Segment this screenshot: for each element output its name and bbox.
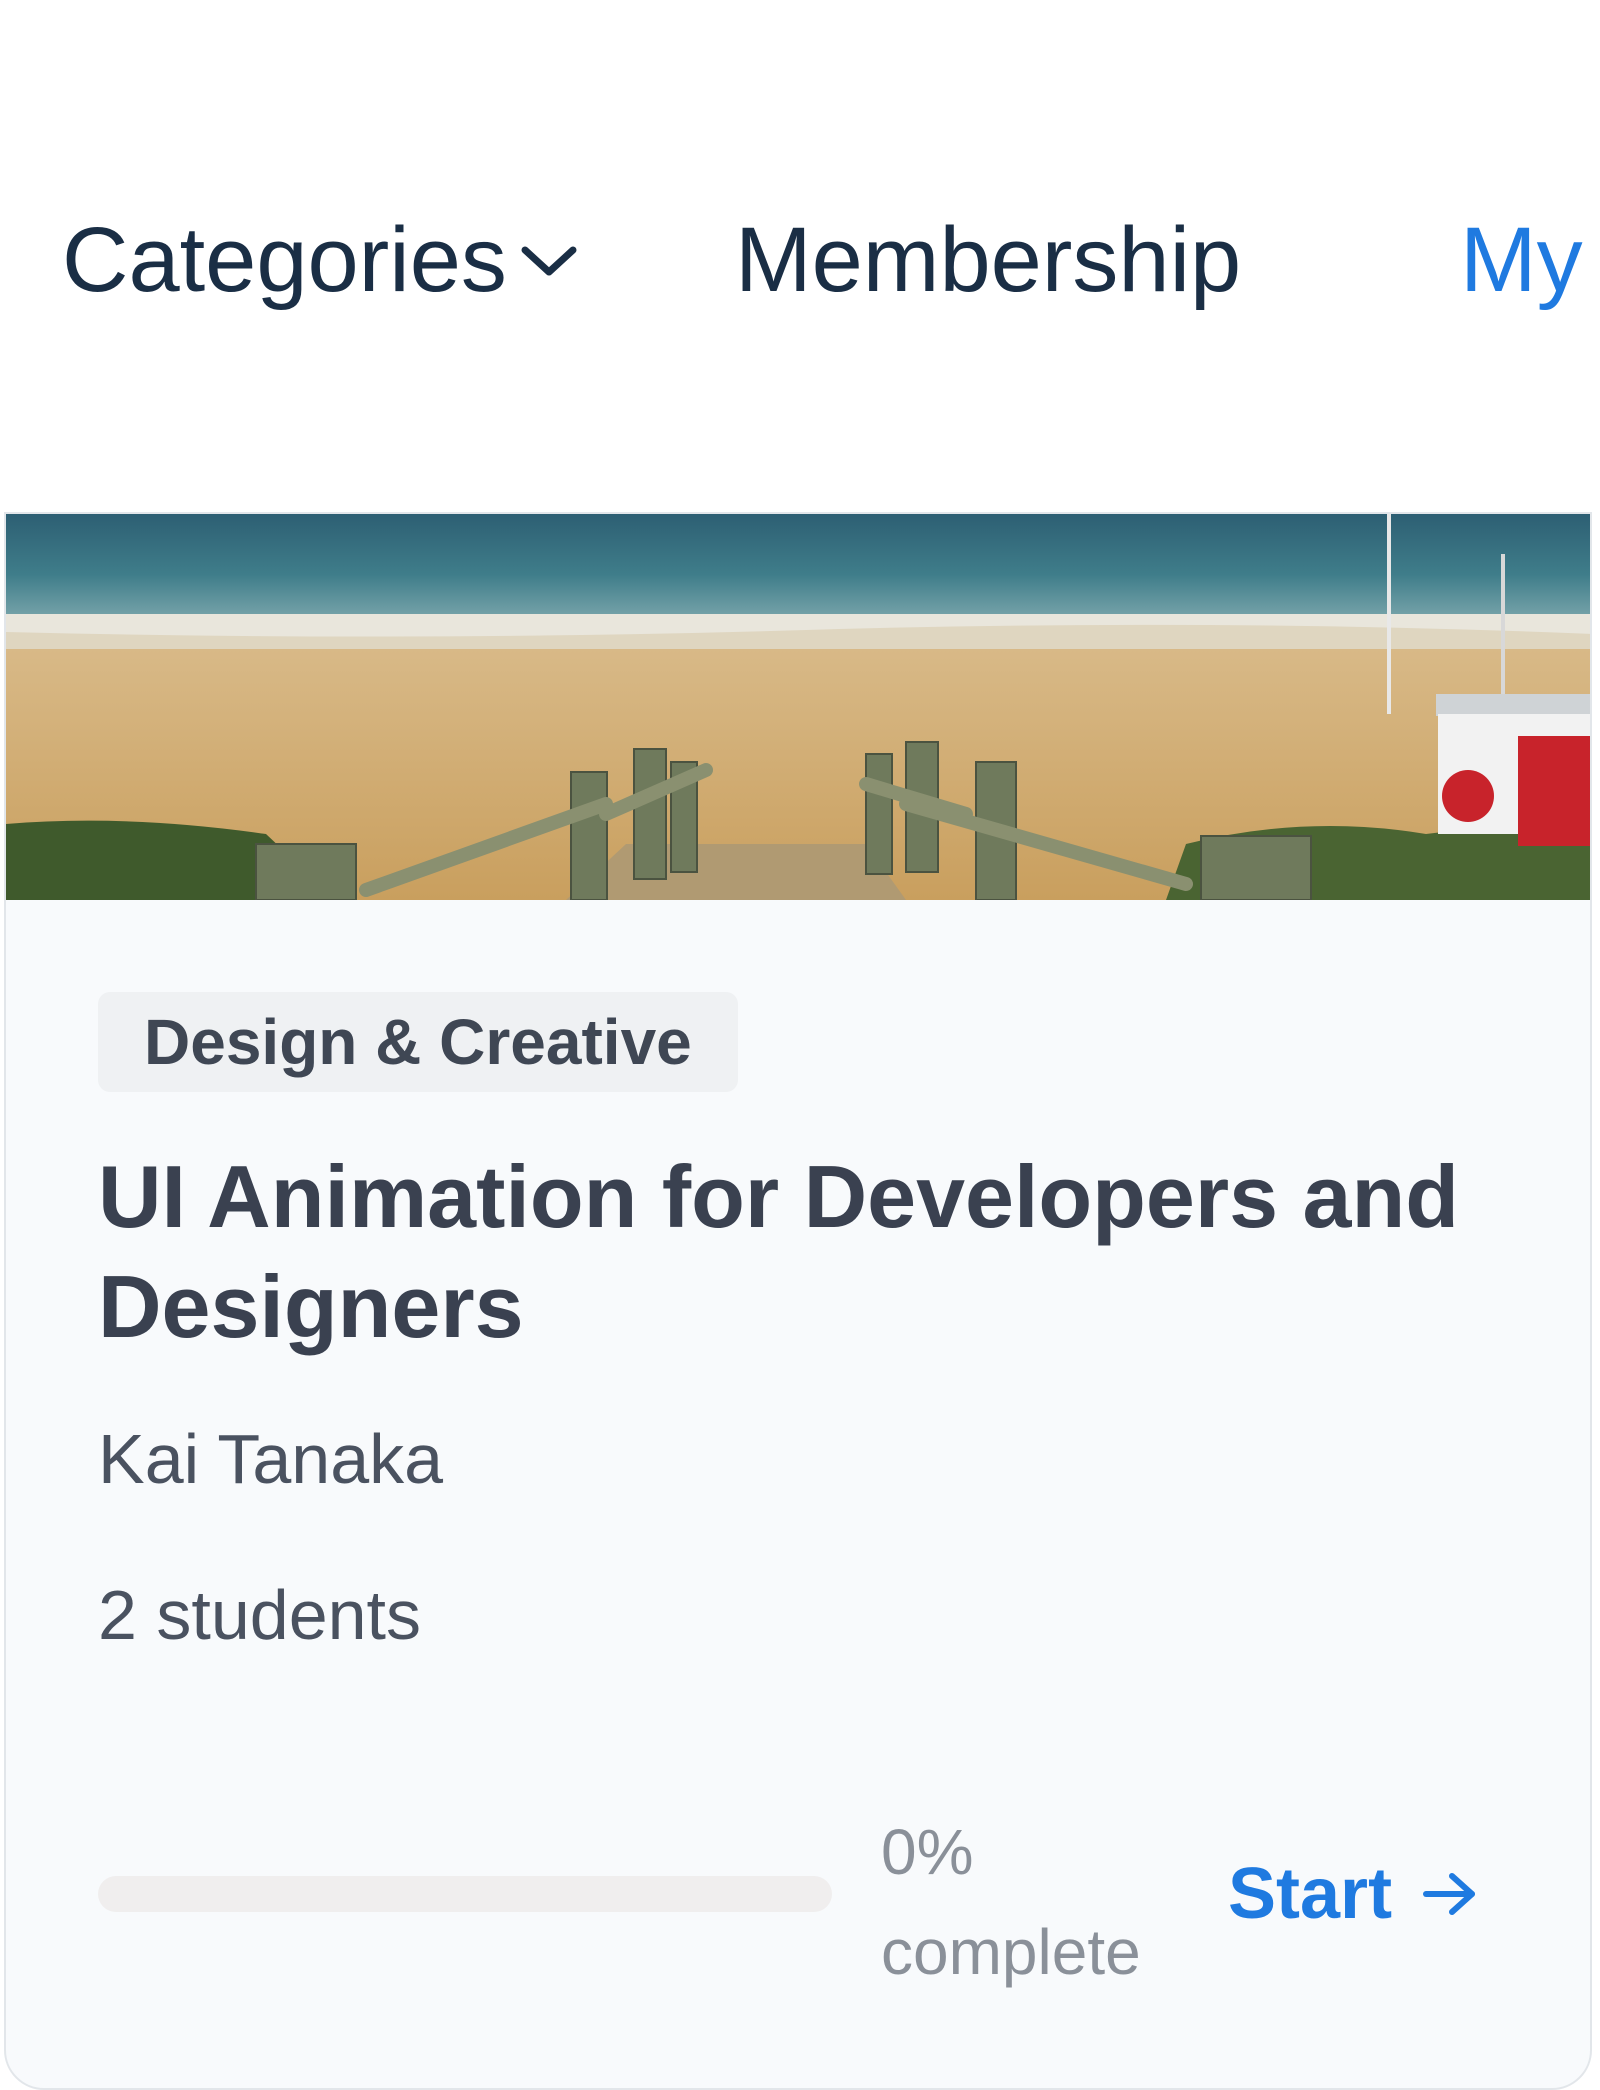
course-card[interactable]: Design & Creative UI Animation for Devel… — [4, 512, 1592, 2090]
nav-my[interactable]: My — [1460, 205, 1583, 315]
progress-label: 0% complete — [881, 1802, 1201, 2002]
top-navigation: Categories Membership My — [0, 0, 1600, 500]
course-thumbnail — [6, 514, 1590, 900]
progress-bar — [98, 1876, 832, 1912]
course-title[interactable]: UI Animation for Developers and Designer… — [98, 1142, 1498, 1362]
start-label: Start — [1228, 1854, 1393, 1934]
nav-my-label: My — [1460, 209, 1583, 311]
category-tag[interactable]: Design & Creative — [98, 992, 738, 1092]
nav-membership-label: Membership — [735, 209, 1242, 311]
student-count: 2 students — [98, 1576, 421, 1654]
nav-categories-label: Categories — [62, 209, 507, 311]
instructor-name: Kai Tanaka — [98, 1420, 444, 1498]
page: Categories Membership My Design & Creati… — [0, 0, 1600, 2090]
nav-membership[interactable]: Membership — [735, 205, 1241, 315]
nav-categories[interactable]: Categories — [62, 205, 579, 315]
arrow-right-icon — [1420, 1869, 1480, 1919]
start-course-button[interactable]: Start — [1228, 1844, 1480, 1944]
progress-complete-text: complete — [881, 1916, 1141, 1988]
progress-percent: 0% — [881, 1816, 974, 1888]
chevron-down-icon — [519, 240, 579, 280]
